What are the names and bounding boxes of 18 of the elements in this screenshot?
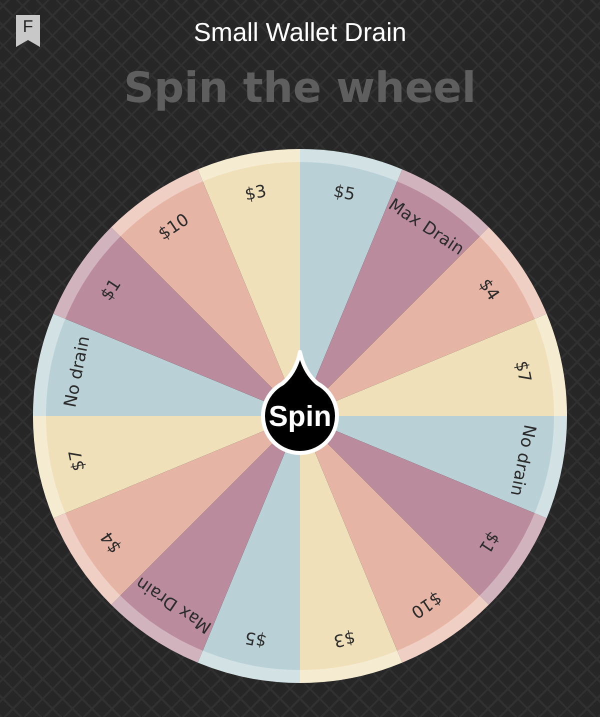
segment-label: $10	[407, 587, 446, 622]
segment-label: $4	[96, 528, 126, 557]
segment-label: $7	[510, 359, 535, 384]
segment-label: No drain	[60, 334, 94, 410]
segment-label: No drain	[506, 422, 540, 498]
wheel-heading: Spin the wheel	[124, 62, 476, 114]
segment-label: $4	[474, 275, 504, 304]
segment-label: $10	[154, 210, 193, 245]
page-title: Small Wallet Drain	[194, 16, 406, 49]
segment-label: $5	[243, 626, 268, 651]
bookmark-badge-icon[interactable]: F	[16, 15, 40, 47]
spin-button[interactable]: Spin	[261, 350, 339, 455]
segment-label: $7	[65, 448, 90, 473]
segment-label: $3	[332, 626, 357, 651]
segment-label: $1	[474, 528, 504, 557]
segment-label: $1	[96, 275, 126, 304]
segment-label: $5	[332, 181, 357, 206]
segment-label: $3	[243, 181, 268, 206]
